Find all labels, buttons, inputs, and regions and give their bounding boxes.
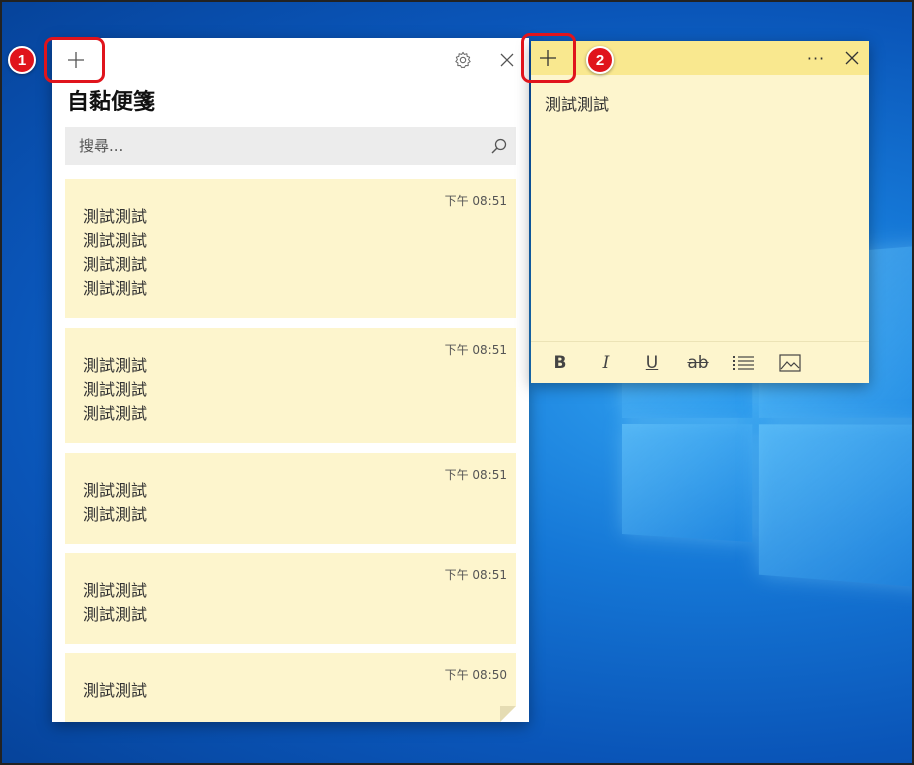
search-box[interactable] — [65, 127, 516, 165]
sticky-notes-list-window: 自黏便箋 下午 08:51 測試測試 測試測試 測試測試 測試測試 下午 08:… — [52, 38, 529, 722]
note-titlebar[interactable]: ··· — [531, 41, 869, 75]
note-timestamp: 下午 08:51 — [444, 568, 507, 582]
note-timestamp: 下午 08:50 — [444, 668, 507, 682]
annotation-highlight-1 — [44, 37, 105, 83]
note-card[interactable]: 下午 08:51 測試測試 測試測試 測試測試 — [65, 328, 516, 443]
note-line: 測試測試 — [83, 207, 148, 226]
bullet-list-icon[interactable] — [721, 345, 767, 381]
note-card[interactable]: 下午 08:51 測試測試 測試測試 — [65, 453, 516, 544]
close-icon[interactable] — [492, 46, 522, 74]
annotation-badge-2: 2 — [586, 46, 614, 74]
note-card[interactable]: 下午 08:51 測試測試 測試測試 — [65, 553, 516, 644]
note-timestamp: 下午 08:51 — [444, 468, 507, 482]
sticky-note-window: ··· 測試測試 B I U ab — [531, 41, 869, 383]
note-line: 測試測試 — [83, 231, 148, 250]
gear-icon[interactable] — [447, 46, 479, 74]
list-titlebar — [52, 38, 529, 82]
note-line: 測試測試 — [83, 279, 148, 298]
more-icon[interactable]: ··· — [799, 41, 833, 75]
note-line: 測試測試 — [83, 356, 148, 375]
note-line: 測試測試 — [83, 681, 148, 700]
page-title: 自黏便箋 — [67, 90, 156, 115]
note-line: 測試測試 — [83, 255, 148, 274]
underline-button[interactable]: U — [629, 345, 675, 381]
image-icon[interactable] — [767, 345, 813, 381]
close-icon[interactable] — [835, 41, 869, 75]
note-line: 測試測試 — [83, 505, 148, 524]
search-icon[interactable] — [482, 127, 516, 165]
note-content[interactable]: 測試測試 — [545, 91, 609, 115]
search-input[interactable] — [65, 127, 482, 165]
note-timestamp: 下午 08:51 — [444, 194, 507, 208]
italic-button[interactable]: I — [583, 345, 629, 381]
note-line: 測試測試 — [83, 605, 148, 624]
formatting-toolbar: B I U ab — [531, 341, 869, 383]
note-line: 測試測試 — [83, 380, 148, 399]
note-card[interactable]: 下午 08:51 測試測試 測試測試 測試測試 測試測試 — [65, 179, 516, 318]
page-fold-corner — [500, 706, 516, 722]
annotation-highlight-2 — [521, 33, 576, 83]
note-timestamp: 下午 08:51 — [444, 343, 507, 357]
note-line: 測試測試 — [83, 481, 148, 500]
note-card[interactable]: 下午 08:50 測試測試 — [65, 653, 516, 722]
annotation-badge-1: 1 — [8, 46, 36, 74]
bold-button[interactable]: B — [537, 345, 583, 381]
strikethrough-button[interactable]: ab — [675, 345, 721, 381]
note-line: 測試測試 — [83, 404, 148, 423]
note-line: 測試測試 — [83, 581, 148, 600]
